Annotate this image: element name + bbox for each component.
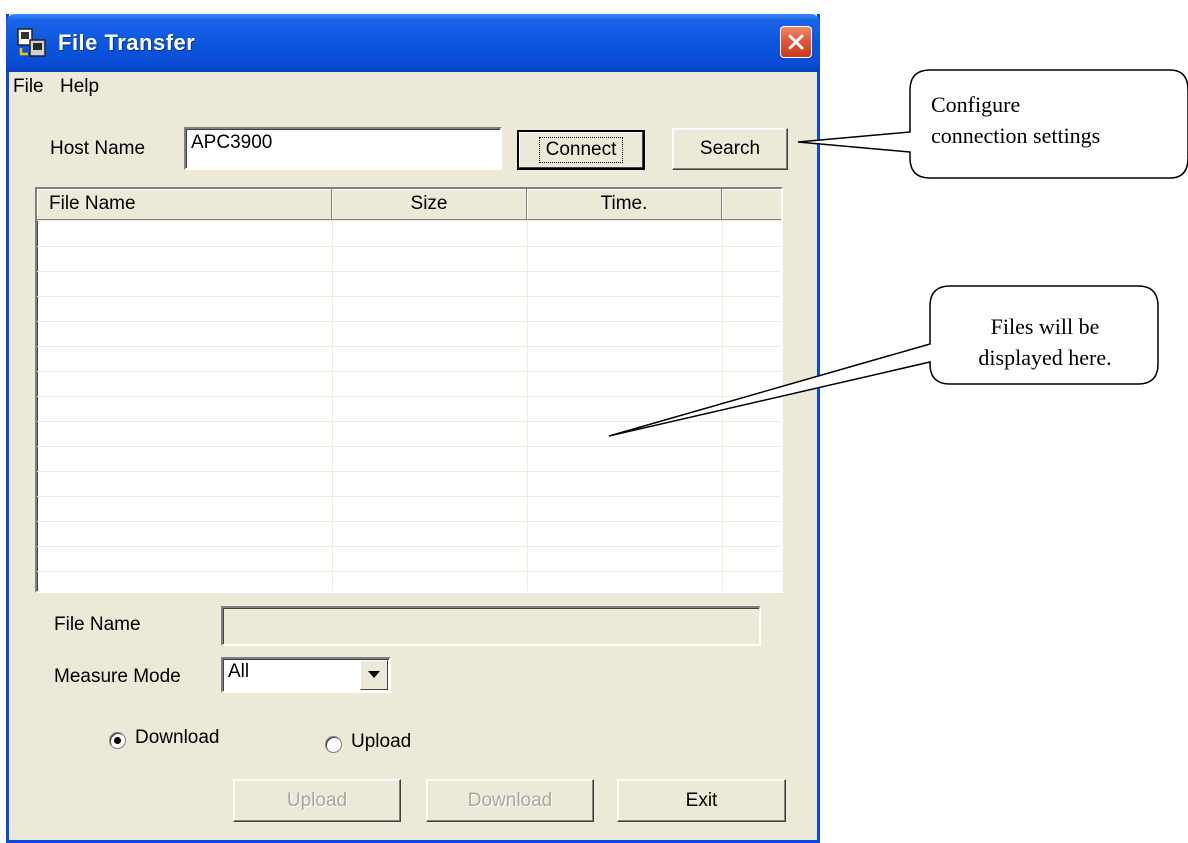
- connection-callout-line2: connection settings: [931, 122, 1101, 148]
- connection-callout: Configure connection settings: [931, 90, 1100, 152]
- files-callout-line2: displayed here.: [978, 344, 1112, 370]
- files-callout-line1: Files will be: [990, 314, 1100, 339]
- connection-callout-line1: Configure: [931, 92, 1021, 117]
- files-callout: Files will be displayed here.: [955, 312, 1135, 374]
